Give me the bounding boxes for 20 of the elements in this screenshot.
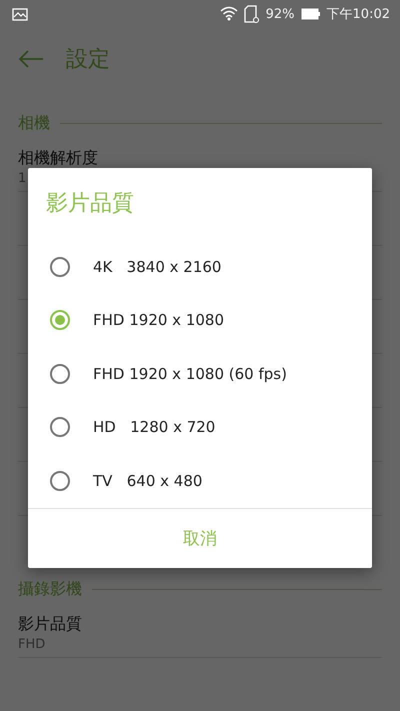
radio-button[interactable] xyxy=(50,310,70,330)
radio-button[interactable] xyxy=(50,470,70,491)
radio-button[interactable] xyxy=(50,364,70,384)
option-label[interactable]: FHD 1920 x 1080 xyxy=(93,311,224,330)
clock: 下午10:02 xyxy=(326,6,390,23)
wifi-icon xyxy=(220,6,238,22)
battery-percent: 92% xyxy=(266,6,295,22)
section-header: 攝錄影機 xyxy=(18,578,82,600)
dialog-title: 影片品質 xyxy=(46,190,134,218)
sd-card-icon xyxy=(244,5,260,23)
page-title: 設定 xyxy=(66,46,110,74)
radio-button[interactable] xyxy=(50,256,70,277)
section-header: 相機 xyxy=(18,112,50,134)
option-label[interactable]: 4K 3840 x 2160 xyxy=(93,258,222,276)
option-label[interactable]: HD 1280 x 720 xyxy=(93,418,216,436)
radio-button[interactable] xyxy=(50,417,70,438)
battery-icon xyxy=(300,8,321,20)
image-icon xyxy=(12,8,28,20)
option-label[interactable]: FHD 1920 x 1080 (60 fps) xyxy=(93,364,287,383)
option-label[interactable]: TV 640 x 480 xyxy=(93,472,202,490)
